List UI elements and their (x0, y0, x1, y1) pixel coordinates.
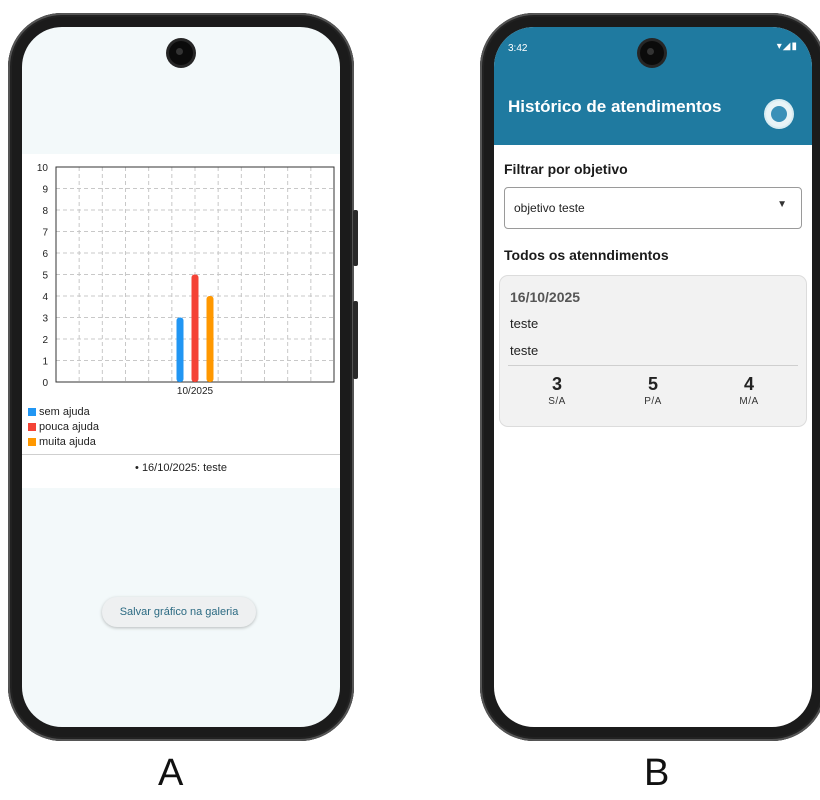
stat-label: S/A (548, 396, 566, 407)
stat-value: 3 (551, 374, 562, 394)
page-title: Histórico de atendimentos (508, 97, 722, 116)
legend-label: muita ajuda (39, 435, 96, 448)
list-label: Todos os atenndimentos (504, 247, 669, 263)
chart-note: • 16/10/2025: teste (135, 462, 227, 474)
panel-label-b: B (644, 752, 670, 794)
card-date: 16/10/2025 (510, 289, 581, 305)
legend-swatch (28, 422, 36, 431)
stat-ma: 4 M/A (719, 374, 779, 407)
y-tick-label: 3 (42, 314, 48, 325)
front-camera-icon (169, 41, 193, 65)
filter-label: Filtrar por objetivo (504, 161, 628, 177)
save-chart-button[interactable]: Salvar gráfico na galeria (102, 597, 256, 627)
y-tick-label: 1 (42, 357, 48, 368)
legend-item: pouca ajuda (28, 419, 99, 434)
divider (22, 454, 340, 455)
y-tick-label: 6 (42, 249, 48, 260)
screen-b: 3:42 ▾◢▮ Histórico de atendimentos Filtr… (494, 27, 812, 727)
volume-button (353, 210, 358, 266)
status-time: 3:42 (508, 43, 528, 54)
stat-label: M/A (739, 396, 759, 407)
stat-pa: 5 P/A (623, 374, 683, 407)
legend-label: pouca ajuda (39, 420, 99, 433)
app-logo (766, 101, 792, 127)
bar-pouca-ajuda (191, 274, 199, 382)
y-tick-label: 0 (42, 378, 48, 389)
y-tick-label: 8 (42, 206, 48, 217)
objective-dropdown[interactable]: objetivo teste ▼ (504, 187, 802, 229)
x-tick-label: 10/2025 (177, 386, 214, 397)
y-tick-label: 9 (42, 185, 48, 196)
phone-frame-a: 0 1 2 3 4 5 6 7 8 9 10 10/2025 sem ajuda pouca ajuda… (8, 13, 358, 741)
y-tick-label: 5 (42, 271, 48, 282)
stat-label: P/A (644, 396, 662, 407)
legend-swatch (28, 437, 36, 446)
attendance-card[interactable]: 16/10/2025 teste teste 3 S/A 5 P/A 4 M/A (500, 276, 806, 426)
phone-frame-b: 3:42 ▾◢▮ Histórico de atendimentos Filtr… (480, 13, 820, 741)
panel-label-a: A (158, 752, 184, 794)
legend-item: sem ajuda (28, 404, 99, 419)
logo-icon (771, 106, 787, 122)
stat-value: 4 (743, 374, 754, 394)
legend-swatch (28, 407, 36, 416)
chart-legend: sem ajuda pouca ajuda muita ajuda (28, 404, 99, 449)
y-tick-label: 2 (42, 335, 48, 346)
y-tick-label: 10 (37, 163, 49, 174)
bar-chart: 0 1 2 3 4 5 6 7 8 9 10 10/2025 (37, 163, 335, 397)
stat-sa: 3 S/A (527, 374, 587, 407)
legend-item: muita ajuda (28, 434, 99, 449)
stat-value: 5 (647, 374, 658, 394)
divider (508, 365, 798, 366)
front-camera-icon (640, 41, 664, 65)
y-tick-label: 7 (42, 228, 48, 239)
chevron-down-icon: ▼ (777, 199, 787, 210)
status-icons: ▾◢▮ (776, 41, 798, 52)
chart-card: 0 1 2 3 4 5 6 7 8 9 10 10/2025 sem ajuda pouca ajuda… (22, 154, 340, 488)
bar-sem-ajuda (176, 317, 184, 382)
legend-label: sem ajuda (39, 405, 90, 418)
power-button (353, 301, 358, 379)
card-line-2: teste (510, 343, 539, 358)
dropdown-value: objetivo teste (514, 201, 585, 215)
screen-a: 0 1 2 3 4 5 6 7 8 9 10 10/2025 sem ajuda pouca ajuda… (22, 27, 340, 727)
card-line-1: teste (510, 316, 539, 331)
bar-muita-ajuda (206, 296, 214, 382)
y-tick-label: 4 (42, 292, 48, 303)
